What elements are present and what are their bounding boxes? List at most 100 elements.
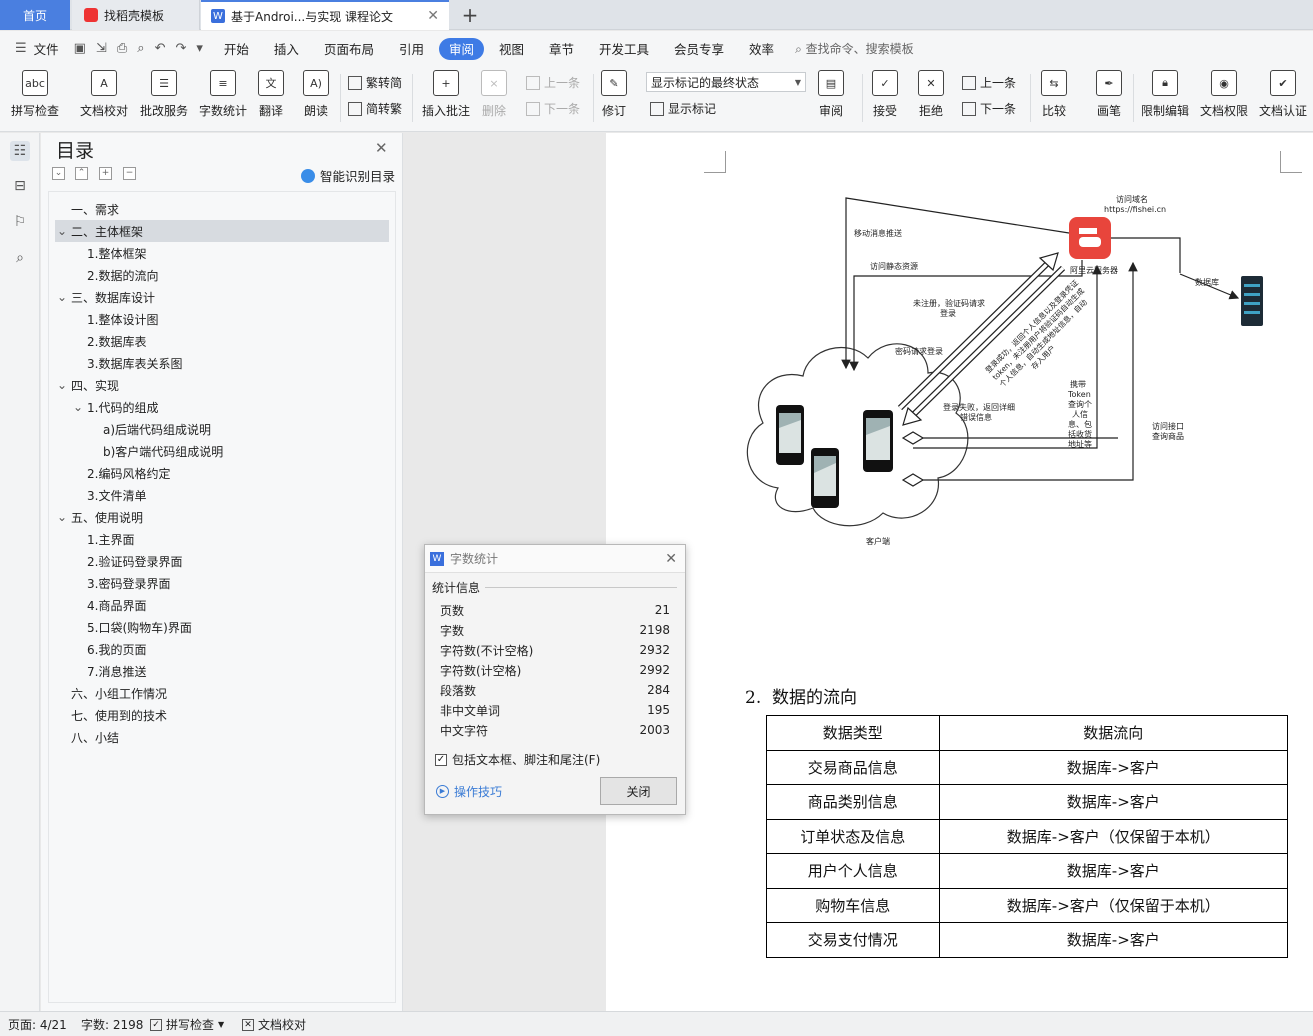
prev-change-button[interactable]: 上一条 xyxy=(962,74,1016,91)
delete-comment-button[interactable]: × 删除 xyxy=(481,70,507,119)
menu-item[interactable]: 插入 xyxy=(264,38,309,60)
toc-item[interactable]: a)后端代码组成说明 xyxy=(49,418,389,440)
translate-button[interactable]: 文翻译 xyxy=(258,70,284,119)
menu-item[interactable]: 会员专享 xyxy=(664,38,734,60)
prev-comment-button[interactable]: 上一条 xyxy=(526,74,580,91)
print-icon[interactable]: ⎙ xyxy=(112,41,132,56)
toc-item[interactable]: ⌄ 五、使用说明 xyxy=(49,506,389,528)
chevron-down-icon[interactable]: ⌄ xyxy=(49,510,71,524)
toc-item[interactable]: 7.消息推送 xyxy=(49,660,389,682)
read-aloud-button[interactable]: A) 朗读 xyxy=(303,70,329,119)
accept-button[interactable]: ✓ 接受 xyxy=(872,70,898,119)
next-comment-button[interactable]: 下一条 xyxy=(526,100,580,117)
include-textbox-checkbox[interactable]: ✓ 包括文本框、脚注和尾注(F) xyxy=(435,751,600,768)
toc-item[interactable]: 3.文件清单 xyxy=(49,484,389,506)
toc-item[interactable]: 6.我的页面 xyxy=(49,638,389,660)
tab-template[interactable]: 找稻壳模板 xyxy=(72,0,200,30)
chevron-down-icon[interactable]: ⌄ xyxy=(49,290,71,304)
markup-mode-select[interactable]: 显示标记的最终状态 ▼ xyxy=(646,72,806,92)
bookmark-icon[interactable]: ⚐ xyxy=(10,212,30,232)
track-changes-button[interactable]: ✎ 修订 xyxy=(601,70,627,119)
restrict-edit-button[interactable]: 🔒︎ 限制编辑 xyxy=(1141,70,1189,119)
word-count-indicator[interactable]: 字数: 2198 xyxy=(81,1012,143,1036)
chevron-down-icon[interactable]: ⌄ xyxy=(49,400,87,414)
page-indicator[interactable]: 页面: 4/21 xyxy=(8,1012,67,1036)
document-page[interactable]: 访问域名 https://fishei.cn 阿里云服务器 数据库 移动消息推送… xyxy=(606,133,1313,1011)
redo-icon[interactable]: ↷ xyxy=(170,41,191,56)
customize-icon[interactable]: ▾ xyxy=(191,41,208,56)
word-count-button[interactable]: ≡ 字数统计 xyxy=(199,70,247,119)
toc-item[interactable]: 1.整体设计图 xyxy=(49,308,389,330)
chapter-nav-icon[interactable]: ⊟ xyxy=(10,176,30,196)
close-tab-icon[interactable]: ✕ xyxy=(427,8,439,24)
toc-item[interactable]: b)客户端代码组成说明 xyxy=(49,440,389,462)
simp-to-trad-button[interactable]: 简转繁 xyxy=(348,100,402,117)
smart-toc-button[interactable]: 智能识别目录 xyxy=(301,166,395,185)
toc-item[interactable]: 1.主界面 xyxy=(49,528,389,550)
pen-button[interactable]: ✒ 画笔 xyxy=(1096,70,1122,119)
toc-item[interactable]: 1.整体框架 xyxy=(49,242,389,264)
proofread-toggle[interactable]: ✕ 文档校对 xyxy=(242,1012,306,1036)
toc-nav-icon[interactable]: ☷ xyxy=(10,141,30,161)
dialog-titlebar[interactable]: W 字数统计 ✕ xyxy=(425,545,685,573)
toc-item[interactable]: 4.商品界面 xyxy=(49,594,389,616)
chevron-down-icon[interactable]: ⌄ xyxy=(49,378,71,392)
tab-home[interactable]: 首页 xyxy=(0,0,70,30)
toc-item[interactable]: 3.密码登录界面 xyxy=(49,572,389,594)
trad-to-simp-button[interactable]: 繁转简 xyxy=(348,74,402,91)
doc-permission-button[interactable]: ◉ 文档权限 xyxy=(1200,70,1248,119)
close-icon[interactable]: ✕ xyxy=(665,551,677,567)
tips-link[interactable]: ▶ 操作技巧 xyxy=(436,783,502,800)
toc-item[interactable]: ⌄ 1.代码的组成 xyxy=(49,396,389,418)
toc-item[interactable]: 2.编码风格约定 xyxy=(49,462,389,484)
toc-item[interactable]: 八、小结 xyxy=(49,726,389,748)
export-icon[interactable]: ⇲ xyxy=(91,41,112,56)
spellcheck-toggle[interactable]: ✓ 拼写检查 ▼ xyxy=(150,1012,224,1036)
review-pane-button[interactable]: ▤ 审阅 xyxy=(818,70,844,119)
spellcheck-button[interactable]: abc 拼写检查 xyxy=(11,70,59,119)
batch-service-button[interactable]: ☰ 批改服务 xyxy=(140,70,188,119)
toc-item[interactable]: 2.数据的流向 xyxy=(49,264,389,286)
toc-item[interactable]: ⌄ 四、实现 xyxy=(49,374,389,396)
toc-item[interactable]: 六、小组工作情况 xyxy=(49,682,389,704)
toc-item[interactable]: 2.数据库表 xyxy=(49,330,389,352)
tab-document[interactable]: W 基于Androi...与实现 课程论文 ✕ xyxy=(201,0,449,30)
expand-up-icon[interactable]: ⌃ xyxy=(75,167,88,180)
close-icon[interactable]: ✕ xyxy=(375,139,388,157)
menu-file[interactable]: 文件 xyxy=(32,38,69,60)
search-icon[interactable]: ⌕ xyxy=(10,248,30,268)
insert-comment-button[interactable]: + 插入批注 xyxy=(422,70,470,119)
hamburger-icon[interactable]: ☰ xyxy=(10,41,32,56)
reject-button[interactable]: ✕ 拒绝 xyxy=(918,70,944,119)
remove-heading-icon[interactable]: − xyxy=(123,167,136,180)
menu-item[interactable]: 开始 xyxy=(214,38,259,60)
menu-item[interactable]: 效率 xyxy=(739,38,784,60)
toc-item[interactable]: 一、需求 xyxy=(49,198,389,220)
toc-item[interactable]: 3.数据库表关系图 xyxy=(49,352,389,374)
save-icon[interactable]: ▣ xyxy=(69,41,91,56)
doc-proofread-button[interactable]: A 文档校对 xyxy=(80,70,128,119)
menu-item[interactable]: 开发工具 xyxy=(589,38,659,60)
next-change-button[interactable]: 下一条 xyxy=(962,100,1016,117)
show-markup-button[interactable]: 显示标记 xyxy=(650,100,716,117)
menu-item[interactable]: 视图 xyxy=(489,38,534,60)
menu-item[interactable]: 引用 xyxy=(389,38,434,60)
menu-item[interactable]: 章节 xyxy=(539,38,584,60)
print-preview-icon[interactable]: ⌕ xyxy=(132,41,149,56)
new-tab-button[interactable]: + xyxy=(458,0,482,30)
add-heading-icon[interactable]: + xyxy=(99,167,112,180)
toc-item[interactable]: 七、使用到的技术 xyxy=(49,704,389,726)
doc-auth-button[interactable]: ✔ 文档认证 xyxy=(1259,70,1307,119)
menu-item[interactable]: 页面布局 xyxy=(314,38,384,60)
menu-item[interactable]: 审阅 xyxy=(438,37,484,60)
toc-item[interactable]: 2.验证码登录界面 xyxy=(49,550,389,572)
compare-button[interactable]: ⇆ 比较 xyxy=(1041,70,1067,119)
toc-item[interactable]: ⌄ 三、数据库设计 xyxy=(49,286,389,308)
command-search[interactable]: ⌕ 查找命令、搜索模板 xyxy=(795,40,914,57)
toc-item[interactable]: 5.口袋(购物车)界面 xyxy=(49,616,389,638)
collapse-all-icon[interactable]: ⌄ xyxy=(52,167,65,180)
toc-item[interactable]: ⌄ 二、主体框架 xyxy=(55,220,389,242)
close-button[interactable]: 关闭 xyxy=(600,777,677,805)
undo-icon[interactable]: ↶ xyxy=(150,41,171,56)
chevron-down-icon[interactable]: ⌄ xyxy=(55,224,71,238)
